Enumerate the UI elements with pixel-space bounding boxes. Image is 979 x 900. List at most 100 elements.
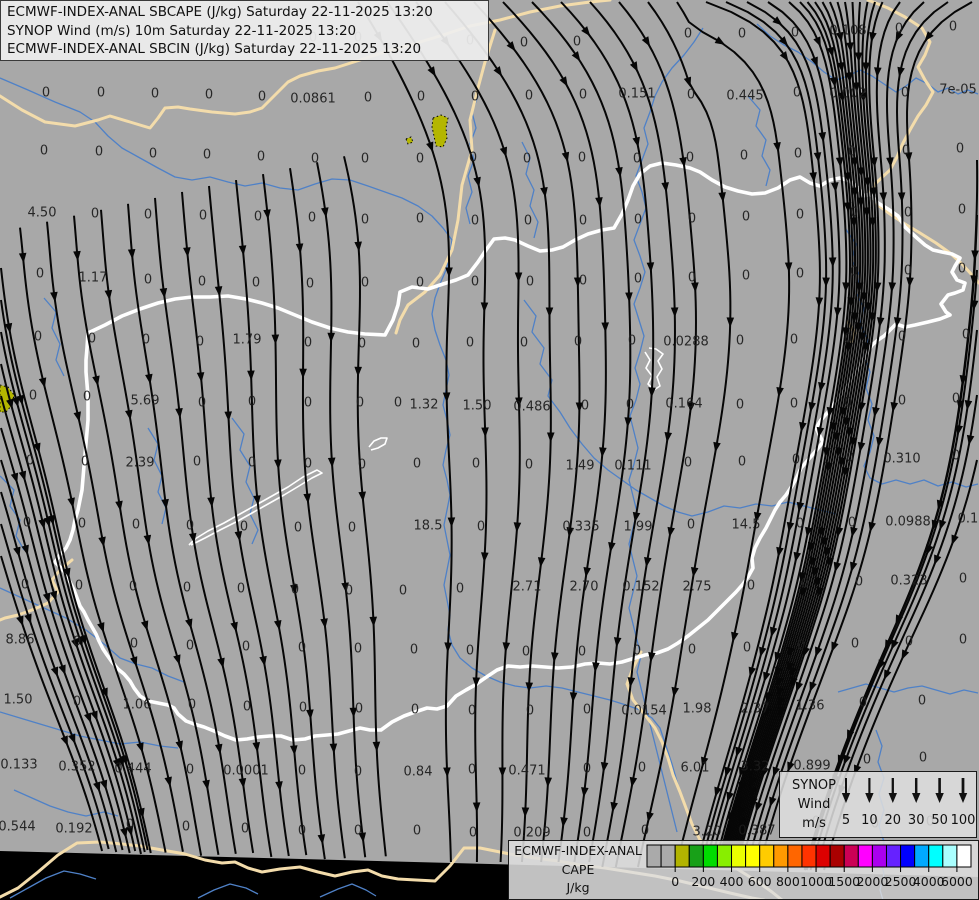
station-value-label: 0 bbox=[354, 765, 362, 780]
streamline-arrow-icon bbox=[10, 472, 19, 484]
station-value-label: 0 bbox=[848, 516, 856, 531]
station-value-label: 0.1 bbox=[958, 512, 979, 527]
streamline-arrow-icon bbox=[818, 132, 826, 143]
cape-tick-label: 4000 bbox=[913, 874, 945, 889]
station-value-label: 0 bbox=[416, 276, 424, 291]
streamline-arrow-icon bbox=[13, 546, 21, 558]
streamline-arrow-icon bbox=[608, 541, 616, 553]
station-value-label: 0.0988 bbox=[885, 515, 931, 530]
station-value-label: 0 bbox=[394, 396, 402, 411]
station-value-label: 0 bbox=[902, 144, 910, 159]
streamline-arrow-icon bbox=[24, 613, 32, 625]
station-value-label: 0 bbox=[859, 696, 867, 711]
station-value-label: 0 bbox=[144, 208, 152, 223]
station-value-label: 0 bbox=[633, 644, 641, 659]
station-value-label: 0 bbox=[918, 694, 926, 709]
wind-speed-arrow-icon bbox=[841, 778, 851, 803]
station-value-label: 0 bbox=[469, 151, 477, 166]
station-value-label: 0 bbox=[198, 275, 206, 290]
station-value-label: 2.39 bbox=[126, 456, 155, 471]
streamline-arrow-icon bbox=[481, 552, 489, 563]
station-value-label: 0 bbox=[846, 451, 854, 466]
streamline-arrow-icon bbox=[161, 498, 169, 510]
station-value-label: 0 bbox=[149, 147, 157, 162]
station-value-label: 0 bbox=[583, 762, 591, 777]
station-value-label: 0 bbox=[905, 635, 913, 650]
station-value-label: 0 bbox=[358, 458, 366, 473]
station-value-label: 0 bbox=[130, 637, 138, 652]
station-value-label: 0 bbox=[468, 763, 476, 778]
station-value-label: 0 bbox=[306, 277, 314, 292]
streamline-arrow-icon bbox=[879, 192, 888, 203]
streamline-arrow-icon bbox=[939, 519, 947, 531]
station-value-label: 7e-05 bbox=[939, 83, 977, 98]
streamline-arrow-icon bbox=[521, 807, 530, 818]
streamline-arrow-icon bbox=[514, 272, 523, 283]
streamline-arrow-icon bbox=[818, 381, 826, 393]
station-value-label: 0 bbox=[583, 703, 591, 718]
wind-speed-arrow-icon bbox=[888, 778, 897, 803]
streamline-arrow-icon bbox=[769, 796, 777, 808]
station-value-label: 0 bbox=[34, 330, 42, 345]
streamline-arrow-icon bbox=[601, 322, 609, 333]
station-value-label: 0 bbox=[26, 454, 34, 469]
wind-speed-label: 5 bbox=[842, 813, 850, 828]
station-value-label: 0 bbox=[634, 213, 642, 228]
station-value-label: 0 bbox=[243, 700, 251, 715]
weather-map-screen: 000000000.10800000000.0861000000.15100.4… bbox=[0, 0, 979, 900]
station-value-label: 0 bbox=[78, 517, 86, 532]
station-value-label: 0 bbox=[40, 144, 48, 159]
station-value-label: 1.79 bbox=[233, 333, 262, 348]
station-value-label: 0 bbox=[188, 698, 196, 713]
station-value-label: 0 bbox=[142, 333, 150, 348]
station-value-label: 0 bbox=[959, 633, 967, 648]
streamline-arrow-icon bbox=[50, 666, 59, 678]
station-value-label: 0 bbox=[240, 520, 248, 535]
station-value-label: 0 bbox=[199, 209, 207, 224]
streamline-arrow-icon bbox=[888, 282, 897, 293]
streamline-arrow-icon bbox=[815, 646, 823, 658]
streamline-arrow-icon bbox=[964, 400, 973, 411]
streamline-arrow-icon bbox=[60, 735, 68, 747]
station-value-label: 0 bbox=[21, 578, 29, 593]
streamline-arrow-icon bbox=[93, 781, 101, 793]
streamline-arrow-icon bbox=[629, 61, 638, 72]
station-value-label: 0 bbox=[466, 644, 474, 659]
streamline-arrow-icon bbox=[646, 262, 655, 273]
wind-speed-label: 100 bbox=[951, 813, 975, 828]
streamline-arrow-icon bbox=[444, 642, 452, 653]
streamline-arrow-icon bbox=[569, 692, 578, 703]
streamline-arrow-icon bbox=[16, 615, 24, 627]
station-value-label: 0 bbox=[634, 272, 642, 287]
streamline-arrow-icon bbox=[571, 51, 581, 62]
station-value-label: 0 bbox=[743, 641, 751, 656]
station-value-label: 0 bbox=[248, 395, 256, 410]
streamline-arrow-icon bbox=[115, 500, 123, 512]
station-value-label: 0 bbox=[686, 151, 694, 166]
station-value-label: 0 bbox=[738, 455, 746, 470]
station-value-label: 0 bbox=[198, 396, 206, 411]
station-value-label: 0 bbox=[95, 145, 103, 160]
map-canvas: 000000000.10800000000.0861000000.15100.4… bbox=[0, 0, 979, 900]
wind-speed-arrow-icon bbox=[958, 778, 968, 803]
station-value-label: 0 bbox=[738, 27, 746, 42]
station-value-label: 0 bbox=[952, 449, 960, 464]
station-value-label: 0 bbox=[248, 456, 256, 471]
cape-tick-label: 200 bbox=[691, 874, 715, 889]
station-value-label: 0 bbox=[311, 152, 319, 167]
streamline-arrow-icon bbox=[714, 36, 726, 45]
station-value-label: 0 bbox=[684, 27, 692, 42]
station-value-label: 2.70 bbox=[570, 580, 599, 595]
station-value-label: 1.50 bbox=[463, 399, 492, 414]
station-value-label: 0 bbox=[477, 520, 485, 535]
station-value-label: 0 bbox=[574, 335, 582, 350]
station-value-label: 0 bbox=[747, 579, 755, 594]
station-value-label: 1.98 bbox=[683, 702, 712, 717]
streamline-arrow-icon bbox=[259, 655, 267, 667]
station-value-label: 0 bbox=[298, 641, 306, 656]
streamline-arrow-icon bbox=[84, 712, 92, 724]
station-value-label: 0.164 bbox=[665, 397, 702, 412]
wind-speed-arrow-icon bbox=[912, 778, 921, 803]
station-value-label: 0.0288 bbox=[663, 335, 709, 350]
station-value-label: 0 bbox=[525, 89, 533, 104]
